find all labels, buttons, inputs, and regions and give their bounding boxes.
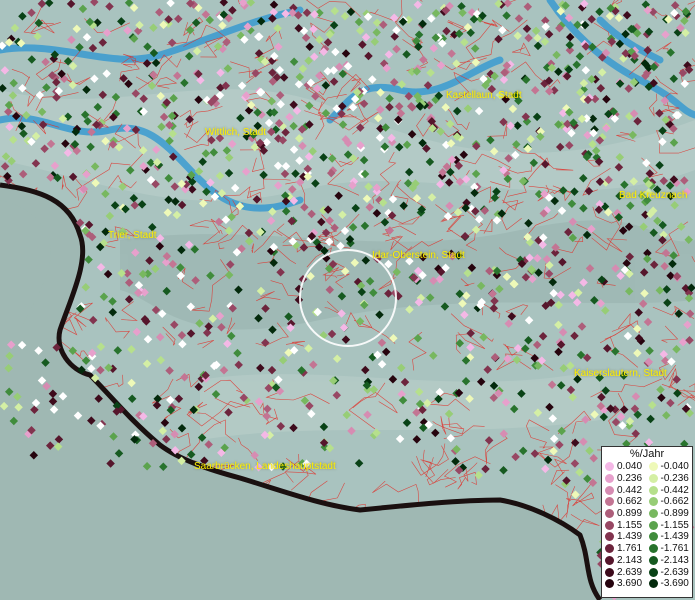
legend-positive-column: 0.040 0.236 0.442 0.662 0.899 1.155 1.439 1.761… [605, 461, 649, 590]
legend-swatch [605, 462, 614, 472]
legend-swatch [605, 567, 614, 577]
city-label-bad-kreuznach: Bad Kreuznach [619, 190, 688, 201]
legend-row-positive: 0.899 [605, 508, 649, 520]
legend-row-negative: -1.761 [648, 543, 693, 555]
legend-label: -0.236 [660, 473, 689, 485]
legend-swatch [648, 532, 658, 542]
legend-label: -0.442 [660, 484, 689, 496]
legend-title: %/Jahr [629, 448, 665, 460]
legend-row-negative: -0.236 [648, 473, 693, 485]
legend-row-negative: -2.639 [648, 566, 693, 578]
legend-label: -0.040 [660, 461, 689, 473]
legend-row-negative: -1.439 [648, 531, 693, 543]
legend-label: -3.690 [660, 578, 689, 590]
legend-swatch [605, 544, 614, 554]
legend-row-positive: 2.639 [605, 566, 649, 578]
legend-label: -1.439 [660, 531, 689, 543]
legend-row-negative: -0.040 [648, 461, 693, 473]
city-label-kaiserslautern: Kaiserslautern, Stadt [574, 368, 667, 379]
legend-row-negative: -2.143 [648, 554, 693, 567]
legend-label: 2.639 [617, 566, 643, 578]
legend-row-negative: -0.899 [648, 508, 693, 520]
legend-swatch [648, 520, 658, 530]
legend-label: 0.442 [617, 484, 643, 496]
legend-row-positive: 1.761 [605, 543, 649, 555]
legend-label: 1.439 [617, 531, 643, 543]
city-label-idar-oberstein: Idar-Oberstein, Stadt [372, 250, 465, 261]
legend-row-positive: 0.040 [605, 461, 649, 473]
legend-label: -0.662 [660, 496, 689, 508]
legend-label: -2.639 [660, 566, 689, 578]
legend-swatch [648, 579, 658, 589]
legend-label: 0.236 [617, 473, 643, 485]
legend-swatch [605, 497, 614, 507]
city-label-wittlich: Wittlich, Stadt [205, 127, 267, 138]
legend-label: -1.155 [660, 519, 689, 531]
legend-row-positive: 3.690 [605, 578, 649, 590]
legend-swatch [648, 509, 658, 519]
legend-row-negative: -3.690 [648, 578, 693, 590]
legend-swatch [605, 474, 614, 484]
legend-row-positive: 1.439 [605, 531, 649, 543]
legend-swatch [648, 567, 658, 577]
legend-swatch [605, 555, 614, 565]
legend-label: -1.761 [660, 543, 689, 555]
city-label-kastellaun: Kastellaun, Stadt [446, 90, 522, 101]
legend-row-negative: -0.442 [648, 484, 693, 496]
legend: %/Jahr 0.040 0.236 0.442 0.662 0.899 1.155 1.4… [601, 446, 693, 598]
legend-negative-column: -0.040 -0.236 -0.442 -0.662 -0.899 -1.155 -1.4… [648, 461, 693, 590]
legend-label: 0.899 [617, 508, 643, 520]
legend-swatch [648, 544, 658, 554]
legend-row-positive: 1.155 [605, 519, 649, 531]
map-canvas[interactable] [0, 0, 695, 600]
legend-label: 1.761 [617, 543, 643, 555]
legend-swatch [648, 497, 658, 507]
legend-label: 2.143 [617, 554, 643, 566]
legend-swatch [648, 485, 658, 495]
legend-row-positive: 2.143 [605, 555, 649, 567]
legend-label: 1.155 [617, 519, 643, 531]
city-label-trier: Trier, Stadt [108, 230, 157, 241]
city-label-saarbruecken: Saarbrücken, Landeshauptstadt [194, 461, 336, 472]
legend-swatch [605, 509, 614, 519]
legend-swatch [648, 462, 658, 472]
legend-label: 0.040 [617, 461, 643, 473]
legend-row-positive: 0.662 [605, 496, 649, 508]
legend-label: -0.899 [660, 508, 689, 520]
legend-swatch [648, 555, 658, 565]
legend-swatch [605, 579, 614, 589]
legend-row-negative: -1.155 [648, 519, 693, 531]
legend-label: -2.143 [660, 554, 689, 566]
legend-label: 3.690 [617, 578, 643, 590]
legend-swatch [605, 532, 614, 542]
legend-swatch [605, 520, 614, 530]
legend-row-positive: 0.442 [605, 484, 649, 496]
legend-row-negative: -0.662 [648, 496, 693, 508]
legend-swatch [605, 485, 614, 495]
legend-swatch [648, 474, 658, 484]
legend-label: 0.662 [617, 496, 643, 508]
legend-row-positive: 0.236 [605, 473, 649, 485]
